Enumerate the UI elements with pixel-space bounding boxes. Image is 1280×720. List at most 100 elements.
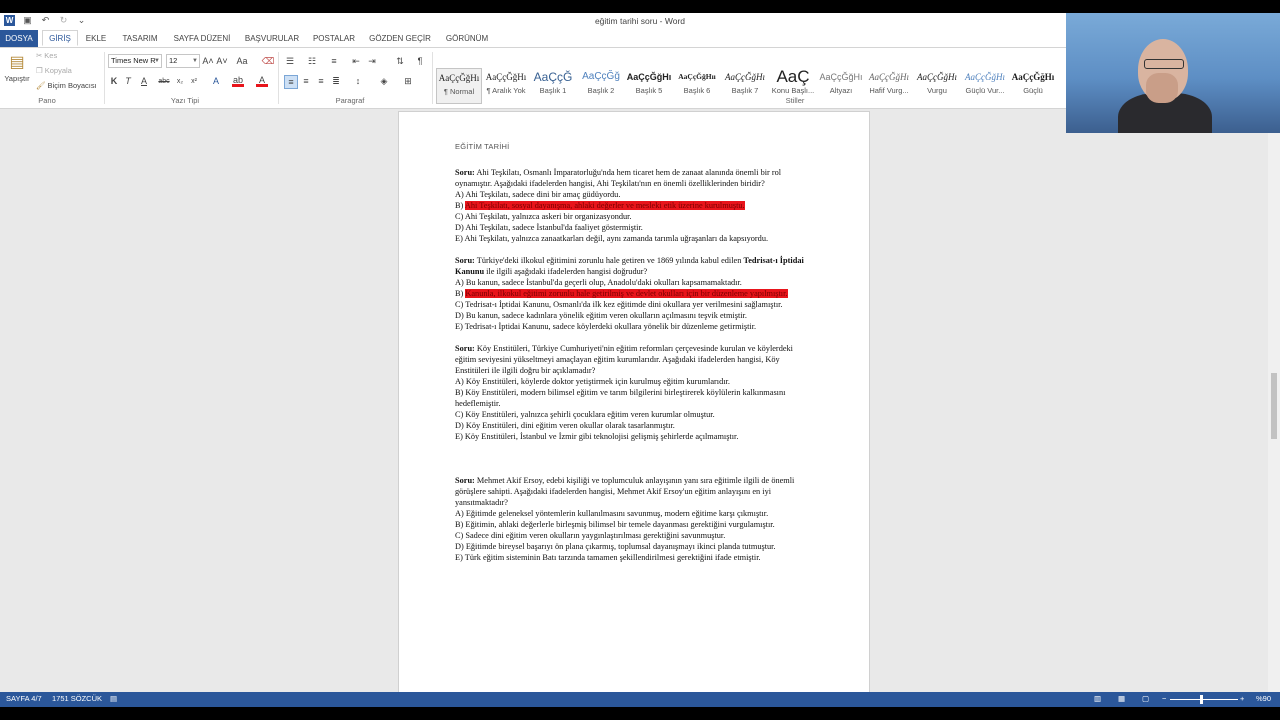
option-highlighted: B) Kanunla, ilkokul eğitimi zorunlu hale… bbox=[455, 289, 788, 298]
tab-page-layout[interactable]: SAYFA DÜZENİ bbox=[170, 30, 234, 47]
chevron-down-icon: ▼ bbox=[154, 58, 160, 64]
question-text: Soru: Türkiye'deki ilkokul eğitimini zor… bbox=[455, 256, 804, 276]
style-intense-emphasis[interactable]: AaÇçĞğHı Güçlü Vur... bbox=[962, 68, 1008, 104]
option: E) Ahi Teşkilatı, yalnızca zanaatkarları… bbox=[455, 234, 769, 243]
style-no-spacing[interactable]: AaÇçĞğHı ¶ Aralık Yok bbox=[483, 68, 529, 104]
zoom-slider-thumb[interactable] bbox=[1200, 695, 1203, 704]
style-heading-7[interactable]: AaÇçĞğHı Başlık 7 bbox=[722, 68, 768, 104]
option: C) Sadece dini eğitim veren okulların ya… bbox=[455, 531, 726, 540]
document-area[interactable]: EĞİTİM TARİHİ Soru: Ahi Teşkilatı, Osman… bbox=[0, 109, 1268, 694]
separator bbox=[104, 52, 105, 104]
italic-icon[interactable]: T bbox=[122, 75, 134, 87]
decrease-indent-icon[interactable]: ⇤ bbox=[350, 55, 362, 67]
highlight-color-icon[interactable]: ab bbox=[232, 75, 244, 87]
print-layout-icon[interactable]: ▦ bbox=[1118, 694, 1125, 703]
read-mode-icon[interactable]: ▥ bbox=[1094, 694, 1101, 703]
shrink-font-icon[interactable]: A˅ bbox=[216, 55, 228, 67]
bullets-icon[interactable]: ☰ bbox=[284, 55, 296, 67]
cut-button[interactable]: ✂ Kes bbox=[36, 51, 57, 60]
text-effects-icon[interactable]: A bbox=[210, 75, 222, 87]
align-right-icon[interactable]: ≡ bbox=[315, 75, 327, 87]
multilevel-list-icon[interactable]: ≡ bbox=[328, 55, 340, 67]
change-case-icon[interactable]: Aa bbox=[236, 55, 248, 67]
sort-icon[interactable]: ⇅ bbox=[394, 55, 406, 67]
option: D) Eğitimde bireysel başarıyı ön plana ç… bbox=[455, 542, 776, 551]
tab-view[interactable]: GÖRÜNÜM bbox=[442, 30, 492, 47]
align-left-icon[interactable]: ≡ bbox=[284, 75, 298, 89]
page-heading: EĞİTİM TARİHİ bbox=[455, 142, 510, 151]
zoom-in-icon[interactable]: + bbox=[1240, 694, 1244, 703]
option: A) Bu kanun, sadece İstanbul'da geçerli … bbox=[455, 278, 742, 287]
scroll-thumb[interactable] bbox=[1271, 373, 1277, 439]
zoom-slider[interactable] bbox=[1170, 699, 1238, 700]
superscript-icon[interactable]: x² bbox=[188, 75, 200, 87]
justify-icon[interactable]: ≣ bbox=[330, 75, 342, 87]
options-list: A) Bu kanun, sadece İstanbul'da geçerli … bbox=[455, 277, 815, 332]
paragraph-group-label: Paragraf bbox=[335, 96, 365, 105]
option: B) Köy Enstitüleri, modern bilimsel eğit… bbox=[455, 388, 786, 408]
clear-formatting-icon[interactable]: ⌫ bbox=[262, 55, 275, 67]
increase-indent-icon[interactable]: ⇥ bbox=[366, 55, 378, 67]
option: B) Eğitimin, ahlaki değerlerle birleşmiş… bbox=[455, 520, 775, 529]
strikethrough-icon[interactable]: abc bbox=[158, 75, 170, 87]
brush-icon: 🖌 bbox=[36, 81, 46, 90]
copy-button[interactable]: ❐ Kopyala bbox=[36, 66, 72, 75]
font-size-box[interactable]: 12 ▼ bbox=[166, 54, 200, 68]
style-emphasis[interactable]: AaÇçĞğHı Vurgu bbox=[914, 68, 960, 104]
style-strong[interactable]: AaÇçĞğHı Güçlü bbox=[1010, 68, 1056, 104]
tab-references[interactable]: BAŞVURULAR bbox=[242, 30, 302, 47]
separator bbox=[432, 52, 433, 104]
separator bbox=[278, 52, 279, 104]
zoom-out-icon[interactable]: − bbox=[1162, 694, 1166, 703]
style-heading-2[interactable]: AaÇçĞğ Başlık 2 bbox=[578, 68, 624, 104]
subscript-icon[interactable]: x₂ bbox=[174, 75, 186, 87]
style-subtle-emphasis[interactable]: AaÇçĞğHı Hafif Vurg... bbox=[866, 68, 912, 104]
question-text: Soru: Köy Enstitüleri, Türkiye Cumhuriye… bbox=[455, 344, 793, 375]
paste-button[interactable]: ▤ Yapıştır bbox=[4, 52, 30, 83]
option: E) Tedrisat-ı İptidai Kanunu, sadece köy… bbox=[455, 322, 757, 331]
web-layout-icon[interactable]: ▢ bbox=[1142, 694, 1149, 703]
style-heading-5[interactable]: AaÇçĞğHı Başlık 5 bbox=[626, 68, 672, 104]
page-count[interactable]: SAYFA 4/7 bbox=[6, 694, 42, 703]
proofing-icon[interactable]: ▤ bbox=[110, 694, 117, 703]
line-spacing-icon[interactable]: ↕ bbox=[352, 75, 364, 87]
word-count[interactable]: 1751 SÖZCÜK bbox=[52, 694, 102, 703]
format-painter-button[interactable]: 🖌 Biçim Boyacısı bbox=[36, 81, 97, 90]
question-text: Soru: Mehmet Akif Ersoy, edebi kişiliği … bbox=[455, 476, 795, 507]
document-page[interactable]: EĞİTİM TARİHİ Soru: Ahi Teşkilatı, Osman… bbox=[398, 111, 870, 694]
style-normal[interactable]: AaÇçĞğHı ¶ Normal bbox=[436, 68, 482, 104]
font-color-icon[interactable]: A bbox=[256, 75, 268, 87]
tab-review[interactable]: GÖZDEN GEÇİR bbox=[366, 30, 434, 47]
font-group-label: Yazı Tipi bbox=[170, 96, 200, 105]
pilcrow-icon[interactable]: ¶ bbox=[414, 55, 426, 67]
style-heading-1[interactable]: AaÇçĞ Başlık 1 bbox=[530, 68, 576, 104]
style-heading-6[interactable]: AaÇçĞğHıı Başlık 6 bbox=[674, 68, 720, 104]
webcam-overlay bbox=[1066, 13, 1280, 133]
tab-home[interactable]: GİRİŞ bbox=[42, 30, 78, 46]
option: D) Bu kanun, sadece kadınlara yönelik eğ… bbox=[455, 311, 747, 320]
shading-icon[interactable]: ◈ bbox=[378, 75, 390, 87]
chevron-down-icon: ▼ bbox=[192, 58, 198, 64]
document-content[interactable]: Soru: Ahi Teşkilatı, Osmanlı İmparatorlu… bbox=[455, 167, 815, 574]
tab-mailings[interactable]: POSTALAR bbox=[310, 30, 358, 47]
style-subtitle[interactable]: AaÇçĞğHı Altyazı bbox=[818, 68, 864, 104]
borders-icon[interactable]: ⊞ bbox=[402, 75, 414, 87]
option: E) Türk eğitim sisteminin Batı tarzında … bbox=[455, 553, 761, 562]
tab-insert[interactable]: EKLE bbox=[82, 30, 110, 47]
copy-icon: ❐ bbox=[36, 66, 43, 75]
font-name-box[interactable]: Times New R ▼ bbox=[108, 54, 162, 68]
align-center-icon[interactable]: ≡ bbox=[300, 75, 312, 87]
tab-file[interactable]: DOSYA bbox=[0, 30, 38, 47]
option: D) Ahi Teşkilatı, sadece İstanbul'da faa… bbox=[455, 223, 643, 232]
vertical-scrollbar[interactable]: ▲ ▼ bbox=[1268, 109, 1280, 707]
option: A) Eğitimde geleneksel yöntemlerin kulla… bbox=[455, 509, 769, 518]
question-text: Soru: Ahi Teşkilatı, Osmanlı İmparatorlu… bbox=[455, 168, 782, 188]
bold-icon[interactable]: K bbox=[108, 75, 120, 87]
option: A) Ahi Teşkilatı, sadece dini bir amaç g… bbox=[455, 190, 621, 199]
zoom-level[interactable]: %90 bbox=[1256, 694, 1271, 703]
options-list: A) Köy Enstitüleri, köylerde doktor yeti… bbox=[455, 376, 815, 442]
tab-design[interactable]: TASARIM bbox=[118, 30, 162, 47]
grow-font-icon[interactable]: A˄ bbox=[202, 55, 214, 67]
underline-icon[interactable]: A bbox=[138, 75, 150, 87]
numbering-icon[interactable]: ☷ bbox=[306, 55, 318, 67]
